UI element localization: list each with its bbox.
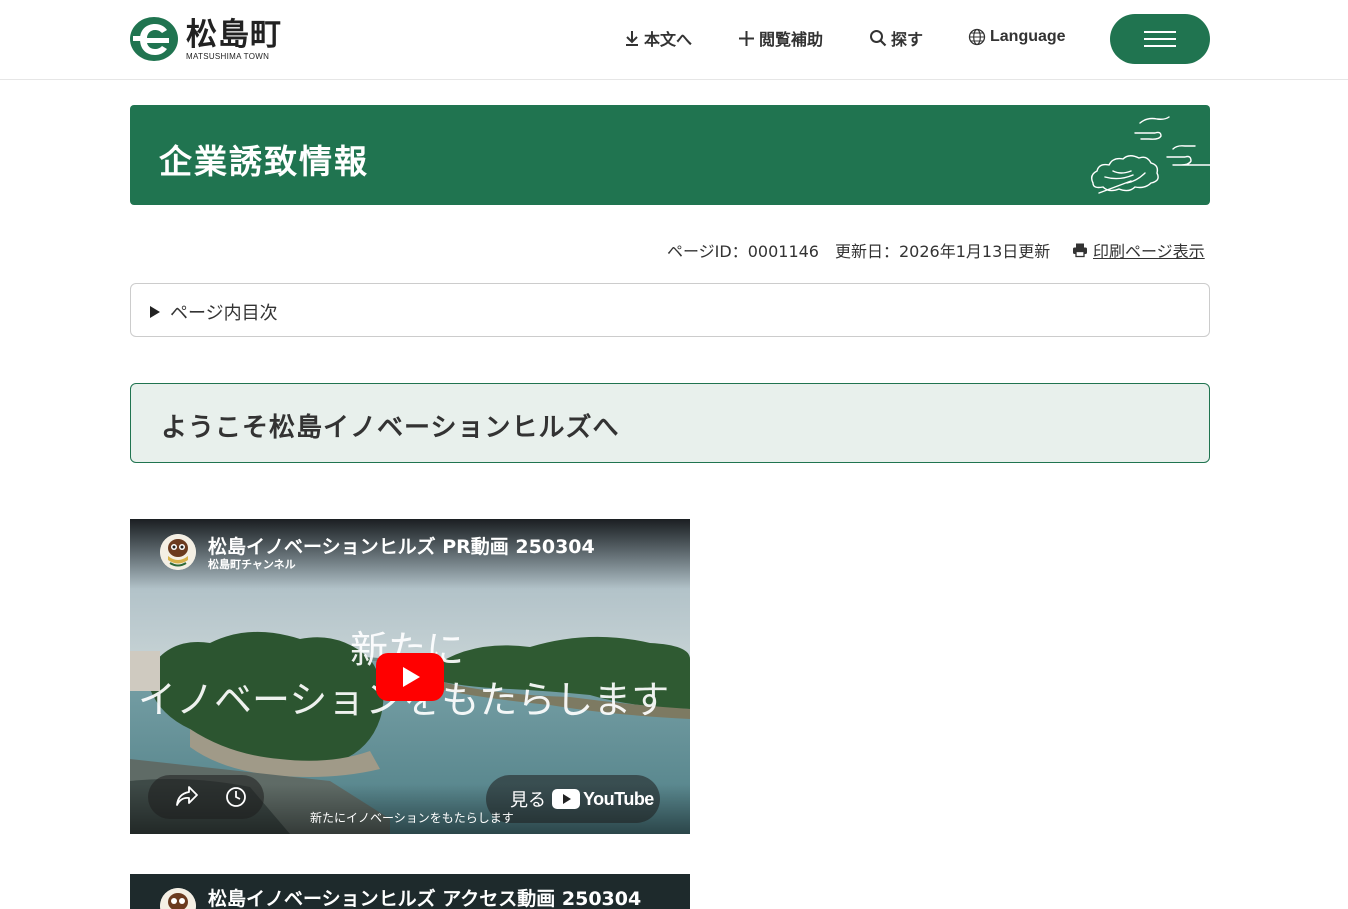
print-page-label: 印刷ページ表示 [1093, 242, 1205, 261]
hamburger-line [1144, 38, 1176, 40]
search-menu-button[interactable]: 探す [869, 26, 923, 50]
video-title[interactable]: 松島イノベーションヒルズ PR動画 250304 [208, 532, 595, 559]
youtube-wordmark: YouTube [583, 788, 654, 809]
page-title: 企業誘致情報 [159, 142, 369, 181]
hamburger-menu-button[interactable] [1110, 14, 1210, 64]
search-menu-label: 探す [891, 30, 924, 49]
youtube-video-embed[interactable]: 松島イノベーションヒルズ PR動画 250304 松島町チャンネル 新たに イノ… [130, 519, 690, 834]
section-heading-box: ようこそ松島イノベーションヒルズへ [130, 383, 1210, 463]
video-caption: 新たにイノベーションをもたらします [310, 811, 514, 825]
download-arrow-icon [626, 31, 638, 46]
skip-to-content-link[interactable]: 本文へ [624, 26, 692, 50]
language-menu-label: Language [990, 28, 1066, 45]
logo-title: 松島町 [186, 16, 282, 53]
mascot-avatar-icon [160, 888, 196, 909]
channel-avatar[interactable] [160, 888, 196, 909]
channel-avatar[interactable] [160, 534, 196, 570]
hamburger-line [1144, 45, 1176, 47]
site-logo[interactable]: 松島町 MATSUSHIMA TOWN [129, 16, 282, 62]
town-emblem-icon [130, 17, 178, 61]
globe-icon [968, 28, 986, 46]
toc-label: ページ内目次 [170, 303, 278, 324]
watch-on-youtube-label: 見る [510, 790, 546, 811]
page-title-banner: 企業誘致情報 [130, 105, 1210, 205]
printer-icon [1073, 243, 1087, 258]
youtube-logo: YouTube [552, 789, 654, 810]
page-toc-toggle[interactable]: ページ内目次 [130, 283, 1210, 337]
youtube-play-logo-icon [552, 789, 580, 809]
search-icon [870, 30, 887, 47]
page-id: ページID：0001146 [667, 242, 819, 261]
hamburger-line [1144, 31, 1176, 33]
last-updated: 更新日：2026年1月13日更新 [835, 242, 1051, 261]
print-page-link[interactable]: 印刷ページ表示 [1072, 238, 1205, 262]
caret-right-icon [150, 306, 160, 318]
youtube-video-embed-2[interactable]: 松島イノベーションヒルズ アクセス動画 250304 [130, 874, 690, 909]
accessibility-menu-label: 閲覧補助 [759, 30, 824, 49]
skip-to-content-label: 本文へ [644, 30, 693, 49]
share-icon[interactable] [175, 785, 199, 807]
pine-tree-decoration-icon [1090, 116, 1210, 194]
language-menu-button[interactable]: Language [968, 28, 1066, 46]
video-channel-name[interactable]: 松島町チャンネル [208, 556, 296, 572]
logo-subtitle: MATSUSHIMA TOWN [186, 51, 270, 61]
youtube-play-button[interactable] [376, 653, 444, 701]
mascot-avatar-icon [160, 534, 196, 570]
site-header: 松島町 MATSUSHIMA TOWN 本文へ 閲覧補助 探す Language [0, 0, 1348, 80]
plus-icon [739, 30, 754, 46]
accessibility-menu-button[interactable]: 閲覧補助 [738, 26, 823, 50]
video-title[interactable]: 松島イノベーションヒルズ アクセス動画 250304 [208, 884, 641, 909]
watch-later-clock-icon[interactable] [225, 786, 247, 808]
section-heading: ようこそ松島イノベーションヒルズへ [161, 413, 620, 443]
